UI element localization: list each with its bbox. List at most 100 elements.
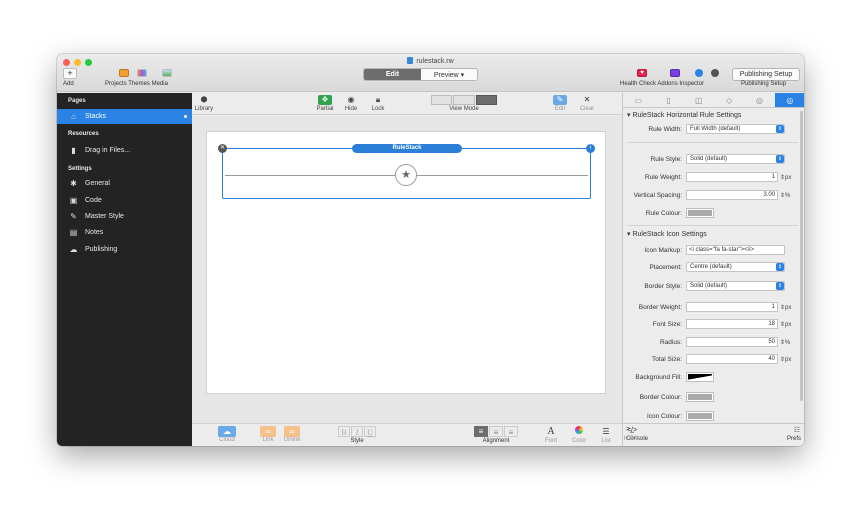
unlink-button[interactable]: ∞ Unlink <box>281 426 303 443</box>
tab-layout-icon[interactable]: ▯ <box>653 93 683 107</box>
sidebar-item-label: Notes <box>85 229 104 236</box>
font-size-field[interactable]: 18 <box>686 319 778 329</box>
delete-stack-icon[interactable]: ✕ <box>218 144 227 153</box>
border-style-label: Border Style: <box>644 283 682 290</box>
rule-colour-well[interactable] <box>686 208 714 218</box>
clear-button[interactable]: ✕ Clear <box>578 95 596 112</box>
sidebar-item-notes[interactable]: ▤ Notes <box>57 225 192 240</box>
align-left-icon[interactable]: ≡ <box>474 426 488 437</box>
view-mode-tablet[interactable] <box>453 95 475 105</box>
rulestack-stack[interactable]: ✕ RuleStack i ★ <box>218 144 595 199</box>
icon-colour-well[interactable] <box>686 411 714 421</box>
themes-button[interactable] <box>136 69 148 79</box>
view-mode-control[interactable]: View Mode <box>430 95 498 112</box>
total-size-field[interactable]: 40 <box>686 354 778 364</box>
stack-label: RuleStack <box>352 144 462 153</box>
icon-markup-field[interactable]: <i class="fa fa-star"></i> <box>686 245 785 255</box>
unit-px: px <box>785 322 792 328</box>
active-dot-icon <box>184 115 187 118</box>
italic-button[interactable]: I <box>351 426 363 437</box>
font-size-label: Font Size: <box>652 321 682 328</box>
color-button[interactable]: Color <box>570 426 588 444</box>
radius-field[interactable]: 50 <box>686 337 778 347</box>
sidebar-item-master-style[interactable]: ✎ Master Style <box>57 209 192 224</box>
tab-tag-icon[interactable]: ◇ <box>714 93 744 107</box>
tab-target-icon[interactable]: ◎ <box>744 93 774 107</box>
align-right-icon[interactable]: ≡ <box>504 426 518 437</box>
hide-button[interactable]: ◉ Hide <box>343 95 359 112</box>
sliders-icon[interactable]: ☷ <box>794 426 800 434</box>
color-label: Color <box>571 438 587 444</box>
themes-icon <box>137 69 147 77</box>
rule-style-select[interactable]: Solid (default) ⇕ <box>686 154 785 164</box>
stack-info-icon[interactable]: i <box>586 144 595 153</box>
publishing-setup-button[interactable]: Publishing Setup <box>732 68 800 81</box>
border-colour-label: Border Colour: <box>639 394 682 401</box>
format-toolbar: ☁ Cloud ∞ Link ∞ Unlink B I U Style ≡ ≡ ≡ A… <box>192 423 622 446</box>
section1-title: RuleStack Horizontal Rule Settings <box>632 112 742 119</box>
inspector-toggle-button[interactable] <box>709 69 721 79</box>
add-button[interactable]: + <box>63 68 77 81</box>
inspector-info-button[interactable] <box>693 69 705 79</box>
bold-button[interactable]: B <box>338 426 350 437</box>
addons-button[interactable] <box>669 69 681 79</box>
edit-button[interactable]: ✎ Edit <box>552 95 568 112</box>
align-center-icon[interactable]: ≡ <box>489 426 503 437</box>
sidebar-item-general[interactable]: ✱ General <box>57 176 192 191</box>
sidebar-item-label: Drag in Files... <box>85 147 131 154</box>
unit-px: px <box>785 175 792 181</box>
projects-icon <box>119 69 129 77</box>
vertical-spacing-field[interactable]: 3.00 <box>686 190 778 200</box>
edit-label: Edit <box>554 106 566 112</box>
view-mode-phone[interactable] <box>475 95 497 105</box>
font-button[interactable]: A Font <box>543 426 559 444</box>
canvas-area: ✕ RuleStack i ★ <box>192 116 622 423</box>
app-window: rulestack.rw + Add Projects Themes Media… <box>57 54 804 446</box>
sidebar-item-label: Code <box>85 197 102 204</box>
rule-weight-field[interactable]: 1 <box>686 172 778 182</box>
projects-button[interactable] <box>118 69 130 79</box>
partial-button[interactable]: ❖ Partial <box>314 95 336 112</box>
sidebar-item-publishing[interactable]: ☁ Publishing <box>57 242 192 257</box>
mode-switcher: Edit Preview ▾ <box>363 68 478 81</box>
page-canvas[interactable]: ✕ RuleStack i ★ <box>206 131 606 394</box>
resources-heading: Resources <box>68 131 99 137</box>
border-style-select[interactable]: Solid (default) ⇕ <box>686 281 785 291</box>
edit-mode-button[interactable]: Edit <box>364 69 421 80</box>
border-colour-well[interactable] <box>686 392 714 402</box>
cloud-button[interactable]: ☁ Cloud <box>215 426 239 443</box>
placement-select[interactable]: Centre (default) ⇕ <box>686 262 785 272</box>
sidebar-item-stacks[interactable]: ⌂ Stacks <box>57 109 192 124</box>
media-button[interactable] <box>161 69 173 79</box>
cloud-icon: ☁ <box>69 245 78 254</box>
tab-page-icon[interactable]: ▭ <box>623 93 653 107</box>
media-icon <box>162 69 172 77</box>
inspector-scrollbar[interactable] <box>800 111 803 401</box>
tab-stack-settings-icon[interactable]: ◎ <box>774 93 804 107</box>
html-button[interactable]: </> HTML <box>623 425 641 442</box>
unit-px: px <box>785 305 792 311</box>
sidebar-item-code[interactable]: ▣ Code <box>57 193 192 208</box>
underline-button[interactable]: U <box>364 426 376 437</box>
addons-icon <box>670 69 680 77</box>
health-check-button[interactable]: ♥ <box>636 69 648 79</box>
border-weight-field[interactable]: 1 <box>686 302 778 312</box>
pages-heading: Pages <box>68 98 86 104</box>
preview-mode-button[interactable]: Preview ▾ <box>421 69 477 80</box>
unit-pct: % <box>785 340 791 346</box>
sidebar-item-drag-in-files[interactable]: ▮ Drag in Files... <box>57 143 192 158</box>
section-horizontal-rule-settings[interactable]: ▾ RuleStack Horizontal Rule Settings <box>627 111 741 119</box>
lock-button[interactable]: 🔒︎ Lock <box>370 95 386 112</box>
tab-window-icon[interactable]: ◫ <box>684 93 714 107</box>
view-mode-desktop[interactable] <box>431 95 453 105</box>
prefs-label: Prefs <box>786 436 801 442</box>
section-icon-settings[interactable]: ▾ RuleStack Icon Settings <box>627 230 707 238</box>
style-control: B I U Style <box>332 426 382 444</box>
list-button[interactable]: ☰ List <box>599 426 613 444</box>
background-fill-well[interactable] <box>686 372 714 382</box>
link-button[interactable]: ∞ Link <box>259 426 277 443</box>
vertical-spacing-label: Vertical Spacing: <box>633 192 682 199</box>
library-button[interactable]: ⬢ Library <box>194 95 214 112</box>
rule-width-select[interactable]: Full Width (default) ⇕ <box>686 124 785 134</box>
add-label: Add <box>63 81 74 87</box>
